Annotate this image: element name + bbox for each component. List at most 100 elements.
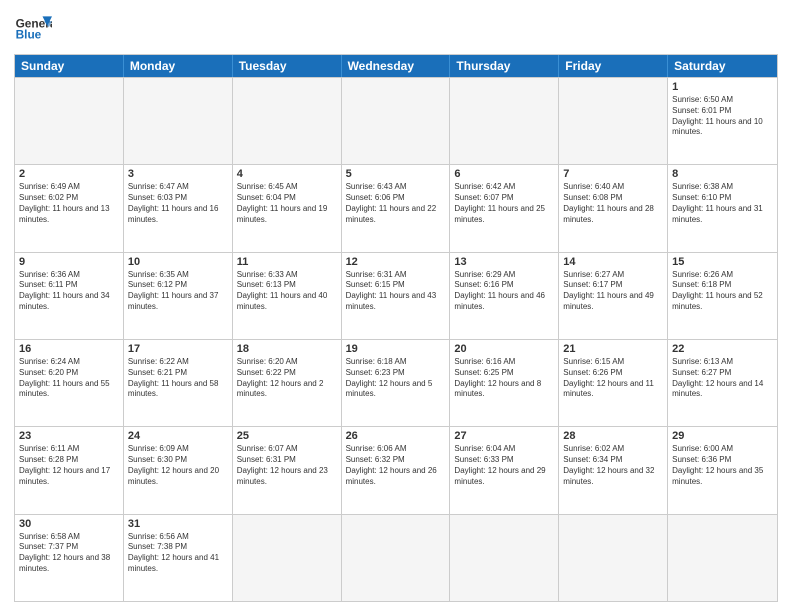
cell-info: Sunrise: 6:49 AM Sunset: 6:02 PM Dayligh… [19, 182, 119, 225]
calendar-cell: 29Sunrise: 6:00 AM Sunset: 6:36 PM Dayli… [668, 427, 777, 513]
cell-info: Sunrise: 6:00 AM Sunset: 6:36 PM Dayligh… [672, 444, 773, 487]
day-number: 4 [237, 168, 337, 180]
calendar-cell: 24Sunrise: 6:09 AM Sunset: 6:30 PM Dayli… [124, 427, 233, 513]
calendar-row: 30Sunrise: 6:58 AM Sunset: 7:37 PM Dayli… [15, 514, 777, 601]
cell-info: Sunrise: 6:35 AM Sunset: 6:12 PM Dayligh… [128, 270, 228, 313]
calendar-cell: 11Sunrise: 6:33 AM Sunset: 6:13 PM Dayli… [233, 253, 342, 339]
cell-info: Sunrise: 6:02 AM Sunset: 6:34 PM Dayligh… [563, 444, 663, 487]
weekday-header: Saturday [668, 55, 777, 77]
calendar-cell: 12Sunrise: 6:31 AM Sunset: 6:15 PM Dayli… [342, 253, 451, 339]
day-number: 8 [672, 168, 773, 180]
calendar-cell [15, 78, 124, 164]
logo: General Blue [14, 10, 52, 48]
day-number: 12 [346, 256, 446, 268]
calendar-cell: 5 Sunrise: 6:43 AM Sunset: 6:06 PM Daylig… [342, 165, 451, 251]
day-number: 28 [563, 430, 663, 442]
weekday-header: Thursday [450, 55, 559, 77]
calendar-cell: 8 Sunrise: 6:38 AM Sunset: 6:10 PM Daylig… [668, 165, 777, 251]
weekday-header: Wednesday [342, 55, 451, 77]
calendar-cell: 13 Sunrise: 6:29 AM Sunset: 6:16 PM Dayli… [450, 253, 559, 339]
cell-info: Sunrise: 6:27 AM Sunset: 6:17 PM Dayligh… [563, 270, 663, 313]
day-number: 14 [563, 256, 663, 268]
calendar-cell: 9 Sunrise: 6:36 AM Sunset: 6:11 PM Daylig… [15, 253, 124, 339]
cell-info: Sunrise: 6:33 AM Sunset: 6:13 PM Dayligh… [237, 270, 337, 313]
day-number: 17 [128, 343, 228, 355]
calendar-cell: 31 Sunrise: 6:56 AM Sunset: 7:38 PM Dayli… [124, 515, 233, 601]
day-number: 1 [672, 81, 773, 93]
day-number: 7 [563, 168, 663, 180]
cell-info: Sunrise: 6:50 AM Sunset: 6:01 PM Dayligh… [672, 95, 773, 138]
weekday-header: Monday [124, 55, 233, 77]
day-number: 30 [19, 518, 119, 530]
calendar: SundayMondayTuesdayWednesdayThursdayFrid… [14, 54, 778, 602]
calendar-cell: 15 Sunrise: 6:26 AM Sunset: 6:18 PM Dayli… [668, 253, 777, 339]
day-number: 31 [128, 518, 228, 530]
day-number: 9 [19, 256, 119, 268]
calendar-cell: 6 Sunrise: 6:42 AM Sunset: 6:07 PM Daylig… [450, 165, 559, 251]
cell-info: Sunrise: 6:29 AM Sunset: 6:16 PM Dayligh… [454, 270, 554, 313]
weekday-header: Sunday [15, 55, 124, 77]
cell-info: Sunrise: 6:40 AM Sunset: 6:08 PM Dayligh… [563, 182, 663, 225]
cell-info: Sunrise: 6:13 AM Sunset: 6:27 PM Dayligh… [672, 357, 773, 400]
calendar-row: 9 Sunrise: 6:36 AM Sunset: 6:11 PM Daylig… [15, 252, 777, 339]
cell-info: Sunrise: 6:06 AM Sunset: 6:32 PM Dayligh… [346, 444, 446, 487]
calendar-cell: 16 Sunrise: 6:24 AM Sunset: 6:20 PM Dayli… [15, 340, 124, 426]
calendar-cell [668, 515, 777, 601]
cell-info: Sunrise: 6:22 AM Sunset: 6:21 PM Dayligh… [128, 357, 228, 400]
day-number: 13 [454, 256, 554, 268]
calendar-cell [559, 515, 668, 601]
cell-info: Sunrise: 6:04 AM Sunset: 6:33 PM Dayligh… [454, 444, 554, 487]
cell-info: Sunrise: 6:09 AM Sunset: 6:30 PM Dayligh… [128, 444, 228, 487]
day-number: 22 [672, 343, 773, 355]
calendar-cell: 20Sunrise: 6:16 AM Sunset: 6:25 PM Dayli… [450, 340, 559, 426]
cell-info: Sunrise: 6:07 AM Sunset: 6:31 PM Dayligh… [237, 444, 337, 487]
day-number: 27 [454, 430, 554, 442]
cell-info: Sunrise: 6:16 AM Sunset: 6:25 PM Dayligh… [454, 357, 554, 400]
cell-info: Sunrise: 6:11 AM Sunset: 6:28 PM Dayligh… [19, 444, 119, 487]
cell-info: Sunrise: 6:26 AM Sunset: 6:18 PM Dayligh… [672, 270, 773, 313]
cell-info: Sunrise: 6:15 AM Sunset: 6:26 PM Dayligh… [563, 357, 663, 400]
day-number: 15 [672, 256, 773, 268]
calendar-cell: 28 Sunrise: 6:02 AM Sunset: 6:34 PM Dayli… [559, 427, 668, 513]
day-number: 21 [563, 343, 663, 355]
day-number: 5 [346, 168, 446, 180]
calendar-cell: 18 Sunrise: 6:20 AM Sunset: 6:22 PM Dayli… [233, 340, 342, 426]
calendar-row: 16 Sunrise: 6:24 AM Sunset: 6:20 PM Dayli… [15, 339, 777, 426]
calendar-cell: 14 Sunrise: 6:27 AM Sunset: 6:17 PM Dayli… [559, 253, 668, 339]
svg-text:Blue: Blue [16, 28, 42, 42]
calendar-cell: 23 Sunrise: 6:11 AM Sunset: 6:28 PM Dayli… [15, 427, 124, 513]
calendar-cell: 21 Sunrise: 6:15 AM Sunset: 6:26 PM Dayli… [559, 340, 668, 426]
cell-info: Sunrise: 6:36 AM Sunset: 6:11 PM Dayligh… [19, 270, 119, 313]
calendar-cell [342, 78, 451, 164]
day-number: 23 [19, 430, 119, 442]
day-number: 16 [19, 343, 119, 355]
calendar-cell: 30Sunrise: 6:58 AM Sunset: 7:37 PM Dayli… [15, 515, 124, 601]
cell-info: Sunrise: 6:38 AM Sunset: 6:10 PM Dayligh… [672, 182, 773, 225]
cell-info: Sunrise: 6:18 AM Sunset: 6:23 PM Dayligh… [346, 357, 446, 400]
calendar-cell: 3Sunrise: 6:47 AM Sunset: 6:03 PM Daylig… [124, 165, 233, 251]
day-number: 25 [237, 430, 337, 442]
cell-info: Sunrise: 6:24 AM Sunset: 6:20 PM Dayligh… [19, 357, 119, 400]
cell-info: Sunrise: 6:42 AM Sunset: 6:07 PM Dayligh… [454, 182, 554, 225]
day-number: 18 [237, 343, 337, 355]
calendar-cell [559, 78, 668, 164]
calendar-cell: 17 Sunrise: 6:22 AM Sunset: 6:21 PM Dayli… [124, 340, 233, 426]
calendar-cell: 22 Sunrise: 6:13 AM Sunset: 6:27 PM Dayli… [668, 340, 777, 426]
cell-info: Sunrise: 6:20 AM Sunset: 6:22 PM Dayligh… [237, 357, 337, 400]
logo-icon: General Blue [14, 10, 52, 48]
calendar-row: 1 Sunrise: 6:50 AM Sunset: 6:01 PM Daylig… [15, 77, 777, 164]
day-number: 10 [128, 256, 228, 268]
calendar-cell: 7 Sunrise: 6:40 AM Sunset: 6:08 PM Daylig… [559, 165, 668, 251]
calendar-cell: 25 Sunrise: 6:07 AM Sunset: 6:31 PM Dayli… [233, 427, 342, 513]
day-number: 19 [346, 343, 446, 355]
calendar-cell: 26Sunrise: 6:06 AM Sunset: 6:32 PM Dayli… [342, 427, 451, 513]
cell-info: Sunrise: 6:56 AM Sunset: 7:38 PM Dayligh… [128, 532, 228, 575]
calendar-row: 23 Sunrise: 6:11 AM Sunset: 6:28 PM Dayli… [15, 426, 777, 513]
cell-info: Sunrise: 6:47 AM Sunset: 6:03 PM Dayligh… [128, 182, 228, 225]
calendar-cell [233, 78, 342, 164]
calendar-cell: 27 Sunrise: 6:04 AM Sunset: 6:33 PM Dayli… [450, 427, 559, 513]
day-number: 6 [454, 168, 554, 180]
calendar-row: 2Sunrise: 6:49 AM Sunset: 6:02 PM Daylig… [15, 164, 777, 251]
calendar-cell: 19 Sunrise: 6:18 AM Sunset: 6:23 PM Dayli… [342, 340, 451, 426]
cell-info: Sunrise: 6:43 AM Sunset: 6:06 PM Dayligh… [346, 182, 446, 225]
